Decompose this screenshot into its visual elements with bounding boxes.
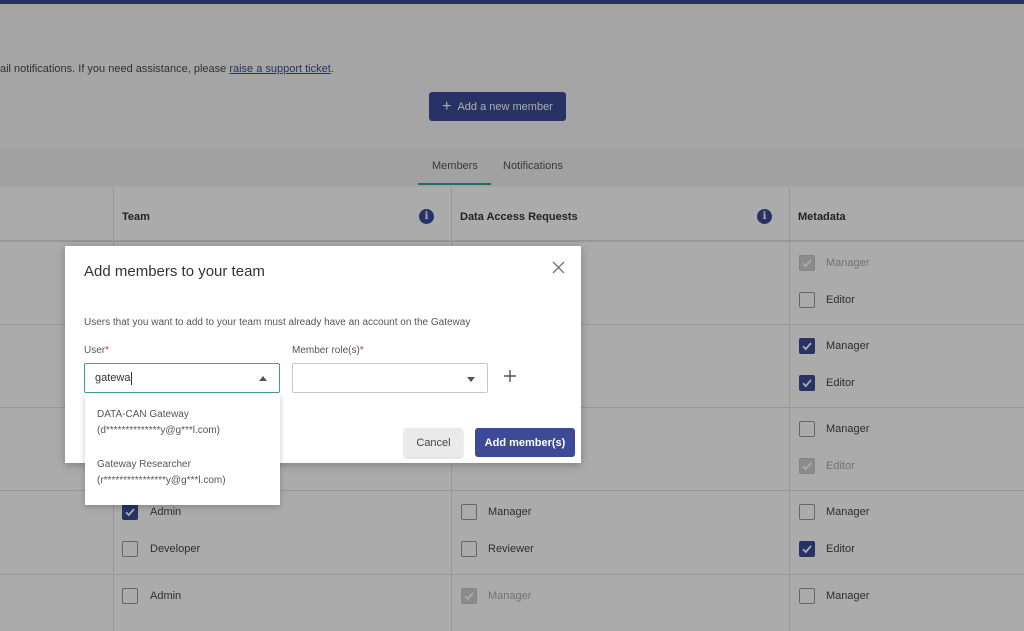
user-suggestions-dropdown: DATA-CAN Gateway (d**************y@g***l… (85, 394, 280, 505)
user-label-text: User (84, 345, 106, 356)
suggestion-email: (d**************y@g***l.com) (97, 425, 220, 436)
cancel-button[interactable]: Cancel (404, 428, 463, 457)
user-search-input[interactable]: gatewa (84, 363, 280, 393)
suggestion-option[interactable]: DATA-CAN Gateway (d**************y@g***l… (97, 407, 220, 439)
role-field-label: Member role(s)* (292, 345, 364, 356)
suggestion-name: DATA-CAN Gateway (97, 409, 189, 420)
chevron-down-icon[interactable] (467, 377, 475, 382)
close-icon[interactable] (551, 260, 566, 275)
user-field-label: User* (84, 345, 109, 356)
text-caret (131, 371, 133, 385)
chevron-up-icon[interactable] (259, 376, 267, 381)
plus-icon[interactable] (501, 367, 519, 385)
role-label-text: Member role(s) (292, 345, 360, 356)
suggestion-name: Gateway Researcher (97, 459, 191, 470)
dialog-description: Users that you want to add to your team … (84, 317, 471, 328)
required-mark: * (105, 345, 110, 356)
dialog-title: Add members to your team (84, 263, 265, 280)
required-mark: * (359, 345, 364, 356)
add-members-button[interactable]: Add member(s) (475, 428, 575, 457)
suggestion-option[interactable]: Gateway Researcher (r****************y@g… (97, 457, 226, 489)
user-input-value: gatewa (95, 372, 131, 384)
suggestion-email: (r****************y@g***l.com) (97, 475, 226, 486)
member-role-select[interactable] (292, 363, 488, 393)
